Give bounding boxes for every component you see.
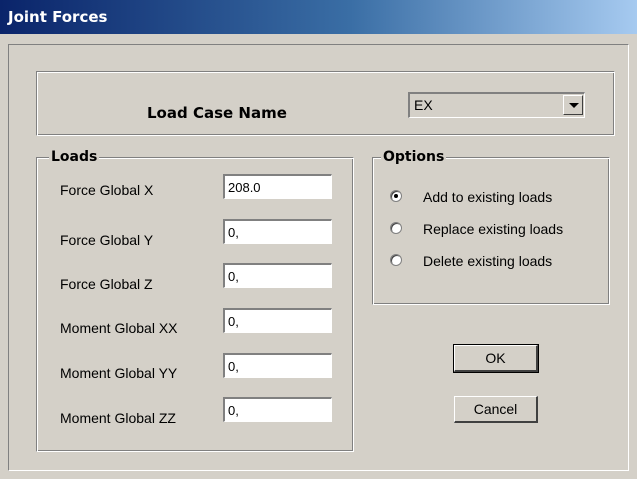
force-global-z-field[interactable]	[223, 263, 332, 288]
load-case-name-label: Load Case Name	[147, 104, 287, 122]
moment-global-yy-field[interactable]	[223, 353, 332, 378]
radio-label: Add to existing loads	[423, 189, 553, 205]
loads-group-label: Loads	[49, 149, 100, 165]
radio-label: Replace existing loads	[423, 221, 564, 237]
options-group-label: Options	[381, 149, 447, 165]
radio-button-checked[interactable]	[390, 190, 402, 202]
window-title: Joint Forces	[8, 8, 108, 26]
radio-label: Delete existing loads	[423, 253, 553, 269]
radio-button[interactable]	[390, 222, 402, 234]
force-global-z-label: Force Global Z	[60, 276, 153, 292]
chevron-down-icon[interactable]	[563, 95, 583, 115]
moment-global-zz-field[interactable]	[223, 397, 332, 422]
ok-button[interactable]: OK	[453, 344, 539, 373]
moment-global-yy-label: Moment Global YY	[60, 365, 178, 381]
load-case-selected-value: EX	[414, 97, 433, 113]
load-case-dropdown[interactable]: EX	[408, 92, 585, 118]
moment-global-xx-label: Moment Global XX	[60, 320, 178, 336]
force-global-x-field[interactable]	[223, 174, 332, 199]
force-global-x-label: Force Global X	[60, 182, 154, 198]
cancel-button[interactable]: Cancel	[454, 396, 538, 423]
moment-global-xx-field[interactable]	[223, 308, 332, 333]
force-global-y-label: Force Global Y	[60, 232, 154, 248]
force-global-y-field[interactable]	[223, 219, 332, 244]
radio-button[interactable]	[390, 254, 402, 266]
moment-global-zz-label: Moment Global ZZ	[60, 410, 176, 426]
joint-forces-dialog: Joint Forces Load Case Name EX Loads For…	[0, 0, 637, 479]
title-bar[interactable]: Joint Forces	[0, 0, 637, 34]
